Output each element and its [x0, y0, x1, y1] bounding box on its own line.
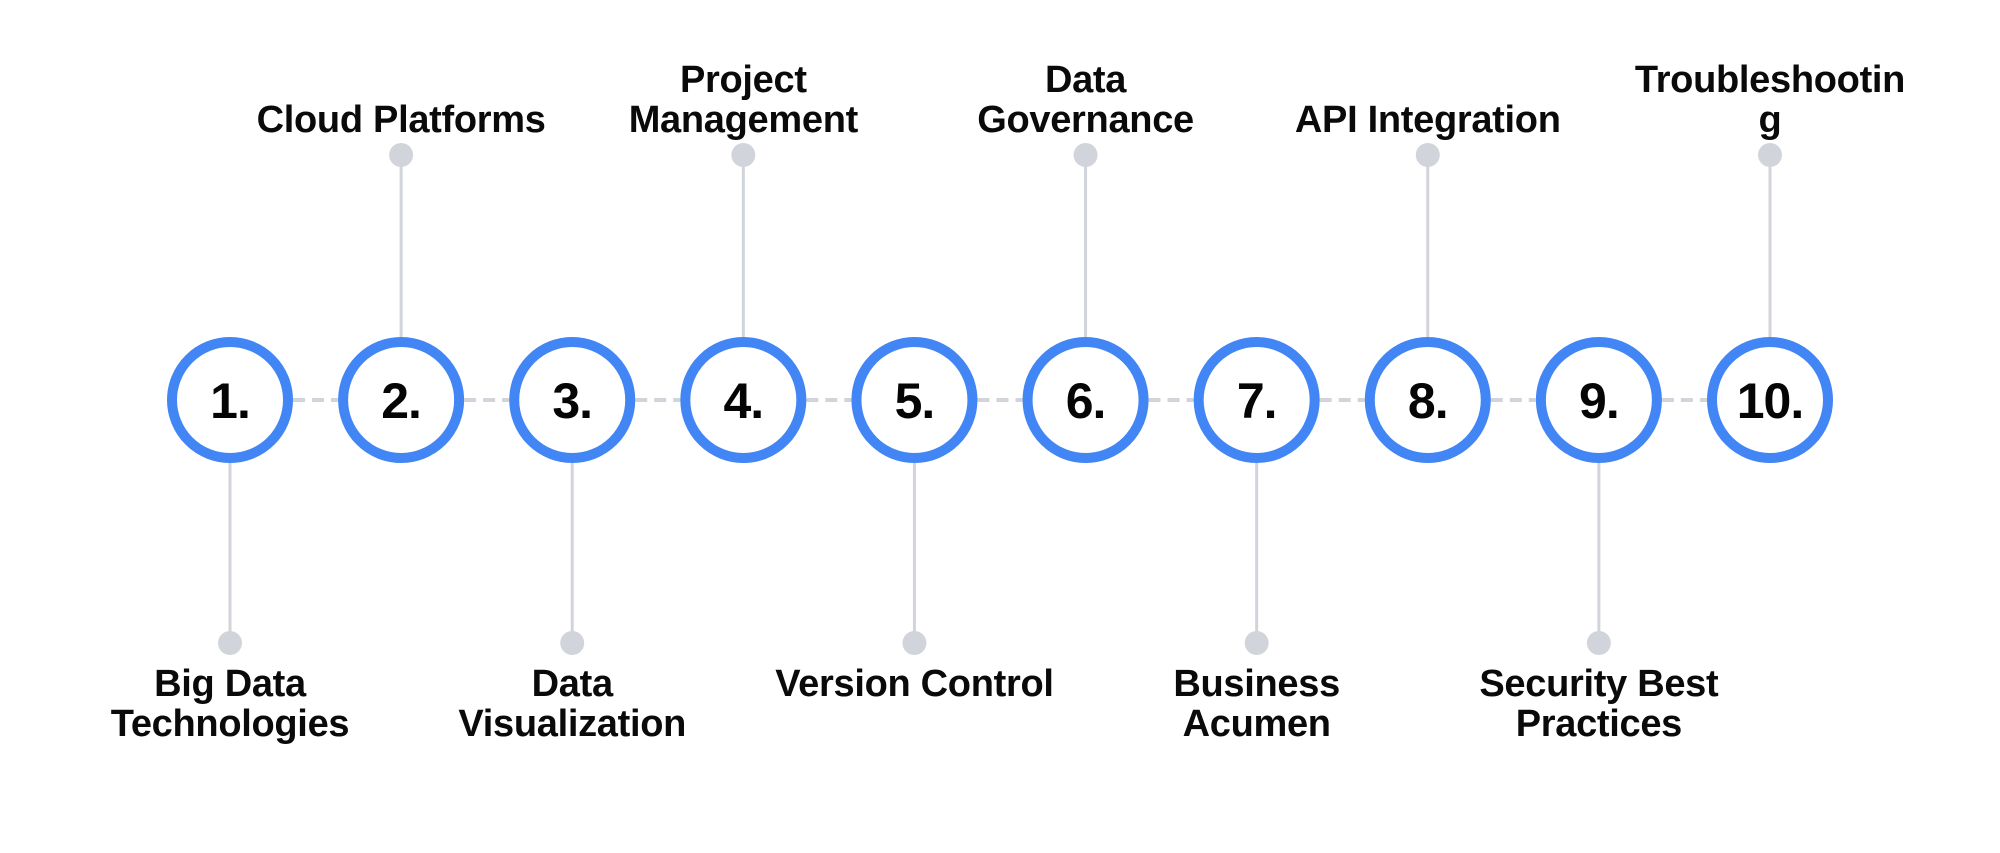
step-label-line: Troubleshootin: [1634, 59, 1906, 101]
step-label: Data Visualization: [402, 664, 742, 744]
step-label: Big Data Technologies: [60, 664, 400, 744]
step-label-line: Project: [679, 59, 807, 101]
stem-dot: [1073, 143, 1098, 167]
step-label-line: API Integration: [1294, 99, 1561, 141]
stem-dot: [1244, 631, 1269, 655]
step-label: Project Management: [573, 60, 913, 140]
stem-dot: [731, 143, 756, 167]
step-number: 8.: [1408, 373, 1448, 429]
step-label: Data Governance: [916, 60, 1256, 140]
step-label-line: Security Best: [1479, 663, 1719, 705]
timeline-diagram: 1. 2. 3. 4. 5. 6. 7. 8. 9. 10. Big Data Technologi…: [0, 0, 2000, 848]
step-number: 9.: [1579, 373, 1619, 429]
stem-dot: [1415, 143, 1440, 167]
step-number: 4.: [723, 373, 763, 429]
stem-dot: [1758, 143, 1782, 167]
step-number: 6.: [1066, 373, 1106, 429]
step-label-line: Data: [1044, 59, 1127, 101]
step-label-line: Big Data: [154, 663, 306, 705]
step-label-line: Visualization: [458, 703, 687, 745]
step-label-line: Business: [1173, 663, 1340, 705]
stem-dot: [218, 631, 242, 655]
step-label-line: Acumen: [1182, 703, 1331, 745]
step-label-line: Version Control: [775, 663, 1054, 705]
stem-dot: [902, 631, 927, 655]
step-label: API Integration: [1258, 100, 1598, 140]
step-label-line: g: [1758, 99, 1782, 141]
step-label-line: Management: [628, 99, 859, 141]
stem-dot: [389, 143, 414, 167]
step-label-line: Technologies: [110, 703, 350, 745]
step-number: 10.: [1737, 373, 1804, 429]
step-label-line: Cloud Platforms: [256, 99, 546, 141]
step-number: 1.: [210, 373, 250, 429]
step-label-line: Data: [531, 663, 613, 705]
step-number: 5.: [895, 373, 935, 429]
step-number: 7.: [1237, 373, 1277, 429]
step-label-line: Practices: [1515, 703, 1683, 745]
step-label: Cloud Platforms: [231, 100, 571, 140]
step-label: Security Best Practices: [1429, 664, 1769, 744]
step-number: 2.: [381, 373, 421, 429]
stem-dot: [1586, 631, 1611, 655]
step-label: Version Control: [744, 664, 1084, 704]
step-label-line: Governance: [977, 99, 1194, 141]
step-label: Business Acumen: [1087, 664, 1427, 744]
step-number: 3.: [552, 373, 592, 429]
stem-dot: [560, 631, 585, 655]
step-label: Troubleshootin g: [1600, 60, 1940, 140]
